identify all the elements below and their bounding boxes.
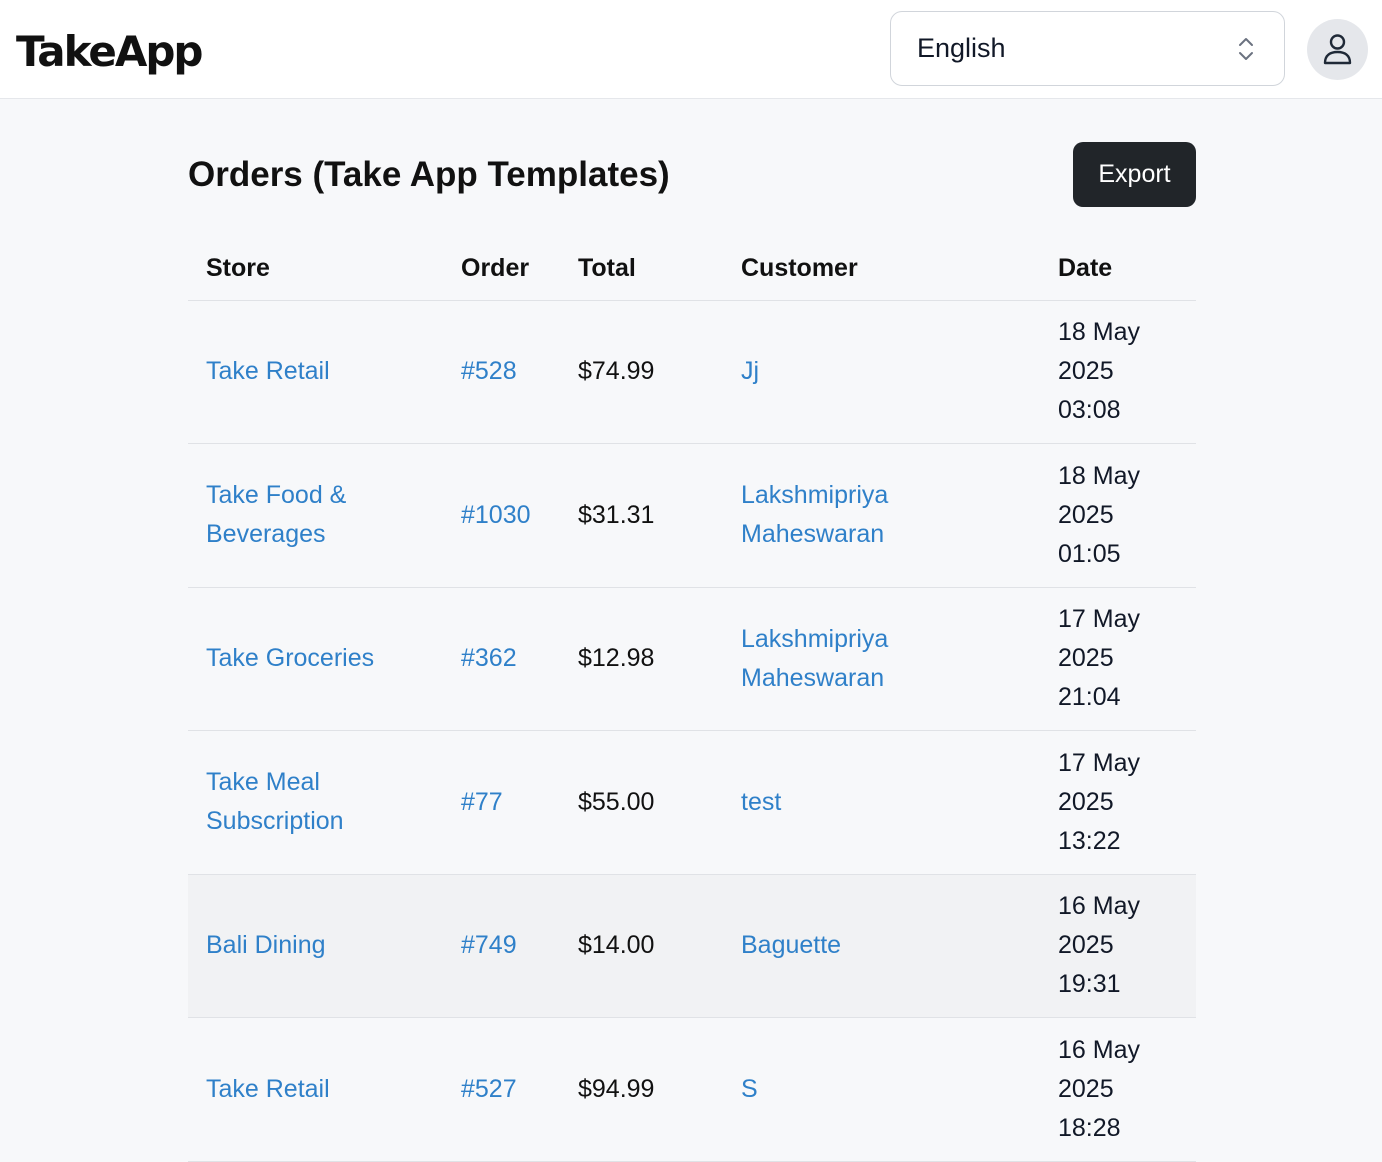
- store-link[interactable]: Take Retail: [206, 357, 330, 385]
- store-link[interactable]: Take Food & Beverages: [206, 481, 346, 548]
- table-row: Take Meal Subscription #77 $55.00 test 1…: [188, 730, 1196, 875]
- column-header-date: Date: [1040, 237, 1196, 301]
- orders-table: Store Order Total Customer Date Take Ret…: [188, 237, 1196, 1162]
- order-link[interactable]: #77: [461, 788, 503, 816]
- order-date-year: 2025: [1058, 644, 1114, 673]
- order-link[interactable]: #362: [461, 644, 517, 672]
- order-date: 16 May 2025 19:31: [1040, 874, 1196, 1018]
- order-date-year: 2025: [1058, 931, 1114, 960]
- order-date: 17 May 2025 21:04: [1040, 587, 1196, 731]
- order-date-day: 16 May: [1058, 1035, 1140, 1064]
- export-button[interactable]: Export: [1073, 142, 1196, 207]
- takeapp-logo[interactable]: TakeApp: [16, 22, 203, 82]
- order-date-year: 2025: [1058, 500, 1114, 529]
- order-date: 16 May 2025 18:28: [1040, 1017, 1196, 1162]
- order-total: $94.99: [578, 1074, 655, 1103]
- column-header-store: Store: [188, 237, 443, 301]
- customer-link[interactable]: S: [741, 1075, 758, 1103]
- store-link[interactable]: Bali Dining: [206, 931, 326, 959]
- table-row: Take Retail #528 $74.99 Jj 18 May 2025 0…: [188, 300, 1196, 444]
- order-date: 18 May 2025 01:05: [1040, 443, 1196, 588]
- column-header-order: Order: [443, 237, 560, 301]
- table-header-row: Store Order Total Customer Date: [188, 237, 1196, 301]
- order-total: $12.98: [578, 644, 655, 673]
- order-date-day: 18 May: [1058, 461, 1140, 490]
- user-icon: [1323, 34, 1352, 65]
- user-menu-button[interactable]: [1307, 19, 1368, 80]
- store-link[interactable]: Take Retail: [206, 1075, 330, 1103]
- order-link[interactable]: #527: [461, 1075, 517, 1103]
- table-row: Take Groceries #362 $12.98 Lakshmipriya …: [188, 587, 1196, 731]
- order-link[interactable]: #749: [461, 931, 517, 959]
- customer-link[interactable]: Jj: [741, 357, 759, 385]
- chevron-up-down-icon: [1239, 38, 1253, 60]
- customer-link[interactable]: Baguette: [741, 931, 841, 959]
- order-date-year: 2025: [1058, 787, 1114, 816]
- order-date-time: 03:08: [1058, 396, 1121, 425]
- order-date-time: 21:04: [1058, 683, 1121, 712]
- customer-link[interactable]: Lakshmipriya Maheswaran: [741, 625, 888, 692]
- customer-link[interactable]: test: [741, 788, 781, 816]
- top-bar: TakeApp English: [0, 0, 1382, 99]
- order-date-time: 18:28: [1058, 1113, 1121, 1142]
- column-header-customer: Customer: [723, 237, 1040, 301]
- table-row: Take Food & Beverages #1030 $31.31 Laksh…: [188, 443, 1196, 588]
- order-link[interactable]: #1030: [461, 501, 531, 529]
- order-date-time: 19:31: [1058, 970, 1121, 999]
- language-select[interactable]: English: [890, 11, 1285, 86]
- order-date-day: 17 May: [1058, 748, 1140, 777]
- order-date-time: 13:22: [1058, 826, 1121, 855]
- order-date-year: 2025: [1058, 1074, 1114, 1103]
- order-date: 17 May 2025 13:22: [1040, 730, 1196, 875]
- order-date-day: 17 May: [1058, 605, 1140, 634]
- store-link[interactable]: Take Groceries: [206, 644, 374, 672]
- order-link[interactable]: #528: [461, 357, 517, 385]
- order-total: $74.99: [578, 357, 655, 386]
- order-date-day: 18 May: [1058, 318, 1140, 347]
- customer-link[interactable]: Lakshmipriya Maheswaran: [741, 481, 888, 548]
- order-date-year: 2025: [1058, 357, 1114, 386]
- order-date-day: 16 May: [1058, 892, 1140, 921]
- column-header-total: Total: [560, 237, 723, 301]
- order-total: $14.00: [578, 931, 655, 960]
- page-title: Orders (Take App Templates): [188, 155, 670, 194]
- table-row: Take Retail #527 $94.99 S 16 May 2025 18…: [188, 1017, 1196, 1162]
- store-link[interactable]: Take Meal Subscription: [206, 768, 344, 835]
- order-total: $55.00: [578, 787, 655, 816]
- table-row: Bali Dining #749 $14.00 Baguette 16 May …: [188, 874, 1196, 1018]
- order-total: $31.31: [578, 500, 655, 529]
- language-select-value: English: [917, 33, 1006, 63]
- order-date-time: 01:05: [1058, 539, 1121, 568]
- order-date: 18 May 2025 03:08: [1040, 300, 1196, 444]
